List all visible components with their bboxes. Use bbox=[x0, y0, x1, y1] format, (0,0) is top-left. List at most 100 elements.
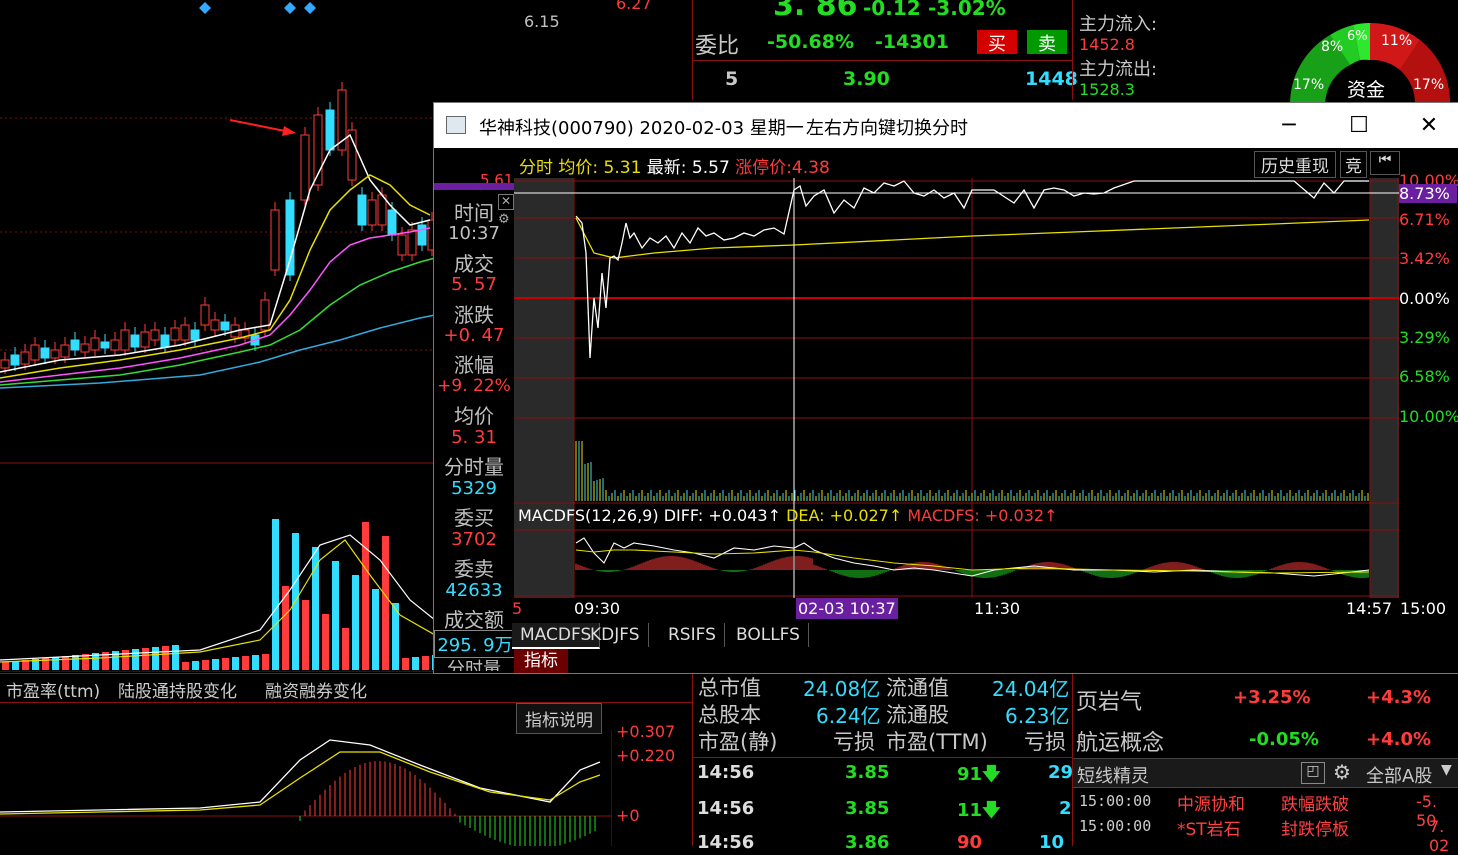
inflow-value: 1452.8 bbox=[1079, 35, 1135, 54]
volume-bar bbox=[212, 659, 219, 670]
side-cut-label: 分时量 bbox=[447, 659, 501, 671]
side-bid-label: 委买 bbox=[454, 506, 494, 530]
candle-body bbox=[180, 324, 190, 341]
kline-chart[interactable] bbox=[0, 0, 613, 673]
candle-body bbox=[200, 304, 210, 326]
candle-body bbox=[220, 321, 230, 331]
tab-pe-ttm[interactable]: 市盈率(ttm) bbox=[6, 677, 100, 702]
volume-bar bbox=[222, 658, 229, 670]
sector-name[interactable]: 航运概念 bbox=[1076, 725, 1164, 757]
gauge-seg-2: 6% bbox=[1347, 29, 1368, 44]
volume-bar bbox=[422, 656, 429, 670]
down-arrow-icon: 🡇 bbox=[982, 800, 1001, 821]
close-button[interactable]: ✕ bbox=[1394, 103, 1458, 148]
minimize-button[interactable]: ─ bbox=[1254, 103, 1324, 148]
tick-vol: 90 bbox=[957, 832, 983, 853]
tab-kdjfs[interactable]: KDJFS bbox=[582, 623, 649, 647]
buy-button[interactable]: 买 bbox=[977, 30, 1017, 55]
elves-val: 7. 02 bbox=[1429, 817, 1450, 855]
pct-axis-4: 0.00% bbox=[1399, 289, 1450, 308]
tab-hk-holding[interactable]: 陆股通持股变化 bbox=[118, 677, 237, 702]
chart-icon[interactable]: ◰ bbox=[1301, 762, 1325, 784]
candle-body bbox=[90, 337, 100, 351]
pct-axis-cursor: 8.73% bbox=[1399, 184, 1457, 203]
tick-vol: 91🡇 bbox=[957, 764, 1001, 785]
time-axis-1500: 15:00 bbox=[1400, 599, 1447, 618]
pct-axis-3: 3.42% bbox=[1399, 249, 1450, 268]
pct-axis-6: 6.58% bbox=[1399, 367, 1450, 386]
history-replay-button[interactable]: 历史重现 bbox=[1254, 151, 1336, 178]
weibi-label: 委比 bbox=[695, 34, 740, 59]
elves-stock[interactable]: *ST岩石 bbox=[1177, 815, 1241, 840]
sector-name[interactable]: 页岩气 bbox=[1076, 684, 1142, 716]
sector-chg2: +4.3% bbox=[1366, 687, 1432, 708]
volume-bar bbox=[402, 658, 409, 670]
macd-diff: DIFF: +0.043↑ bbox=[663, 506, 781, 525]
candle-body bbox=[325, 109, 335, 151]
fund-label: 流通值 bbox=[886, 676, 949, 700]
tab-bollfs[interactable]: BOLLFS bbox=[728, 623, 809, 647]
tick-vol: 11🡇 bbox=[957, 800, 1001, 821]
side-amt: 295. 9万 bbox=[434, 630, 516, 658]
intraday-popup-window[interactable]: 华神科技(000790) 2020-02-03 星期一 左右方向键切换分时 ─ … bbox=[433, 102, 1458, 674]
volume-bar bbox=[172, 645, 179, 670]
elves-event: 跌幅跌破 bbox=[1281, 795, 1349, 815]
chevron-down-icon[interactable]: ▼ bbox=[1441, 762, 1452, 778]
volume-bar bbox=[202, 660, 209, 670]
quote-price: 3. 86 bbox=[773, 0, 858, 23]
volume-bar bbox=[372, 589, 379, 670]
popup-titlebar[interactable]: 华神科技(000790) 2020-02-03 星期一 左右方向键切换分时 ─ … bbox=[434, 103, 1458, 148]
fund-label: 市盈(TTM) bbox=[886, 730, 988, 754]
macd-info-line: MACDFS(12,26,9) DIFF: +0.043↑ DEA: +0.02… bbox=[518, 506, 1058, 525]
tick-time: 14:56 bbox=[697, 762, 755, 783]
fund-label: 总股本 bbox=[698, 703, 761, 727]
macd-name: MACDFS(12,26,9) bbox=[518, 506, 659, 525]
fund-value: 亏损 bbox=[833, 730, 875, 754]
fund-value: 24.04亿 bbox=[992, 677, 1070, 701]
gauge-seg-3: 11% bbox=[1381, 33, 1413, 49]
candle-body bbox=[100, 341, 110, 349]
info-latest: 最新: 5.57 bbox=[646, 158, 730, 178]
volume-bar bbox=[142, 648, 149, 670]
macd-subchart bbox=[0, 730, 613, 849]
info-line: 分时 均价: 5.31 最新: 5.57 涨停价:4.38 bbox=[519, 153, 830, 178]
candle-body bbox=[140, 331, 150, 348]
volume-bar bbox=[192, 661, 199, 670]
tick-price: 3.85 bbox=[845, 798, 890, 819]
capital-flow: 主力流入: 1452.8 主力流出: 1528.3 bbox=[1072, 0, 1283, 100]
indicator-tab-bar: 市盈率(ttm) 陆股通持股变化 融资融券变化 bbox=[0, 673, 692, 703]
candle-body bbox=[30, 344, 40, 361]
volume-bar bbox=[122, 650, 129, 670]
back-to-start-icon[interactable]: ⏮ bbox=[1370, 151, 1400, 175]
info-label: 分时 bbox=[519, 158, 553, 178]
bid-button[interactable]: 竞 bbox=[1340, 151, 1367, 178]
indicator-button[interactable]: 指标 bbox=[514, 649, 568, 673]
outflow-value: 1528.3 bbox=[1079, 80, 1135, 99]
volume-bar bbox=[162, 646, 169, 670]
tab-margin[interactable]: 融资融券变化 bbox=[265, 677, 367, 702]
volume-bar bbox=[272, 519, 279, 670]
macd-dea: DEA: +0.027↑ bbox=[786, 506, 903, 525]
side-time: 10:37 bbox=[448, 223, 500, 244]
quote-change: -0.12 bbox=[863, 0, 921, 20]
time-axis-1130: 11:30 bbox=[974, 599, 1021, 618]
tick-time: 14:56 bbox=[697, 798, 755, 819]
candle-body bbox=[300, 134, 310, 201]
gear-icon[interactable]: ⚙ bbox=[1333, 760, 1351, 784]
elves-filter[interactable]: 全部A股 bbox=[1366, 762, 1432, 788]
candle-body bbox=[130, 334, 140, 348]
volume-bar bbox=[2, 662, 9, 670]
candle-body bbox=[70, 339, 80, 351]
fundamentals-panel: 总市值 24.08亿 流通值 24.04亿 总股本 6.24亿 流通股 6.23… bbox=[692, 672, 1073, 853]
maximize-button[interactable]: ☐ bbox=[1324, 103, 1394, 148]
fund-value: 6.23亿 bbox=[1005, 704, 1070, 728]
gauge-center: 资金 bbox=[1347, 79, 1386, 101]
sell-button[interactable]: 卖 bbox=[1027, 30, 1067, 55]
tab-rsifs[interactable]: RSIFS bbox=[660, 623, 725, 647]
candle-body bbox=[0, 359, 10, 369]
volume-bar bbox=[152, 647, 159, 670]
intraday-chart-svg[interactable] bbox=[514, 178, 1399, 623]
side-avg: 5. 31 bbox=[451, 427, 497, 448]
volume-bar bbox=[322, 614, 329, 670]
elves-stock[interactable]: 中源协和 bbox=[1177, 790, 1245, 815]
